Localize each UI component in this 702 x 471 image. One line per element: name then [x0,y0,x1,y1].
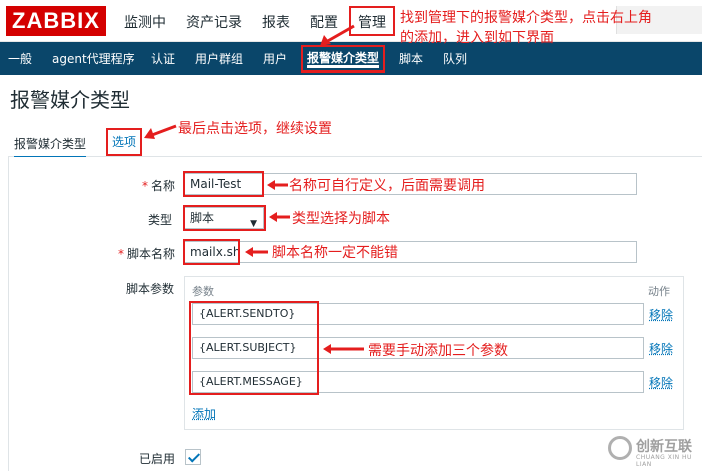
annotation-arrow-type [269,212,290,222]
annotation-params: 需要手动添加三个参数 [368,343,508,359]
top-menu-monitoring[interactable]: 监测中 [124,12,166,32]
top-menu-inventory[interactable]: 资产记录 [186,12,242,32]
annotation-arrow-options [144,124,177,139]
required-mark: * [118,247,124,261]
annotation-script: 脚本名称一定不能错 [272,245,398,261]
tab-media-type[interactable]: 报警媒介类型 [14,135,87,158]
action-column-header: 动作 [648,285,670,298]
name-label: * 名称 [142,177,175,194]
watermark-logo: 创新互联 CHUANG XIN HU LIAN [608,432,702,468]
sub-menu-users[interactable]: 用户 [263,50,287,67]
annotation-name: 名称可自行定义，后面需要调用 [289,178,485,194]
params-column-header: 参数 [192,285,214,298]
sub-menu-user-groups[interactable]: 用户群组 [195,50,243,67]
enabled-label: 已启用 [139,452,176,466]
annotation-arrow-admin [320,24,355,46]
zabbix-logo[interactable]: ZABBIX [6,6,106,36]
remove-param-link[interactable]: 移除 [649,374,673,391]
script-name-label: * 脚本名称 [118,245,175,262]
enabled-checkbox[interactable] [185,449,201,465]
watermark-circle-icon [608,436,632,460]
params-highlight-box [189,301,319,395]
required-mark: * [142,179,148,193]
annotation-arrow-script [245,247,268,257]
watermark-subtext: CHUANG XIN HU LIAN [636,454,692,468]
annotation-admin-line1: 找到管理下的报警媒介类型，点击右上角 [400,10,652,26]
annotation-options: 最后点击选项，继续设置 [178,121,332,137]
sub-menu-general[interactable]: 一般 [8,50,32,67]
sub-menu-scripts[interactable]: 脚本 [399,50,423,67]
script-name-label-text: 脚本名称 [127,247,176,261]
name-highlight-box [183,171,264,197]
tab-options[interactable]: 选项 [106,128,143,156]
top-menu-reports[interactable]: 报表 [262,12,290,32]
remove-param-link[interactable]: 移除 [649,340,673,357]
annotation-arrow-name [267,180,288,190]
type-highlight-box [183,205,266,231]
sub-menu-queue[interactable]: 队列 [443,50,467,67]
sub-menu-authentication[interactable]: 认证 [151,50,175,67]
type-label: 类型 [148,213,173,227]
remove-param-link[interactable]: 移除 [649,306,673,323]
script-name-highlight-box [183,239,240,265]
sub-menu-proxies[interactable]: agent代理程序 [52,50,135,67]
watermark-text: 创新互联 [636,439,692,455]
add-param-link[interactable]: 添加 [192,405,216,422]
script-params-label: 脚本参数 [126,282,175,296]
annotation-type: 类型选择为脚本 [292,211,390,227]
name-label-text: 名称 [151,179,176,193]
sub-menu-media-types[interactable]: 报警媒介类型 [301,45,386,73]
page-title: 报警媒介类型 [10,88,130,112]
annotation-arrow-params [323,344,364,354]
annotation-admin-line2: 的添加，进入到如下界面 [400,30,554,46]
